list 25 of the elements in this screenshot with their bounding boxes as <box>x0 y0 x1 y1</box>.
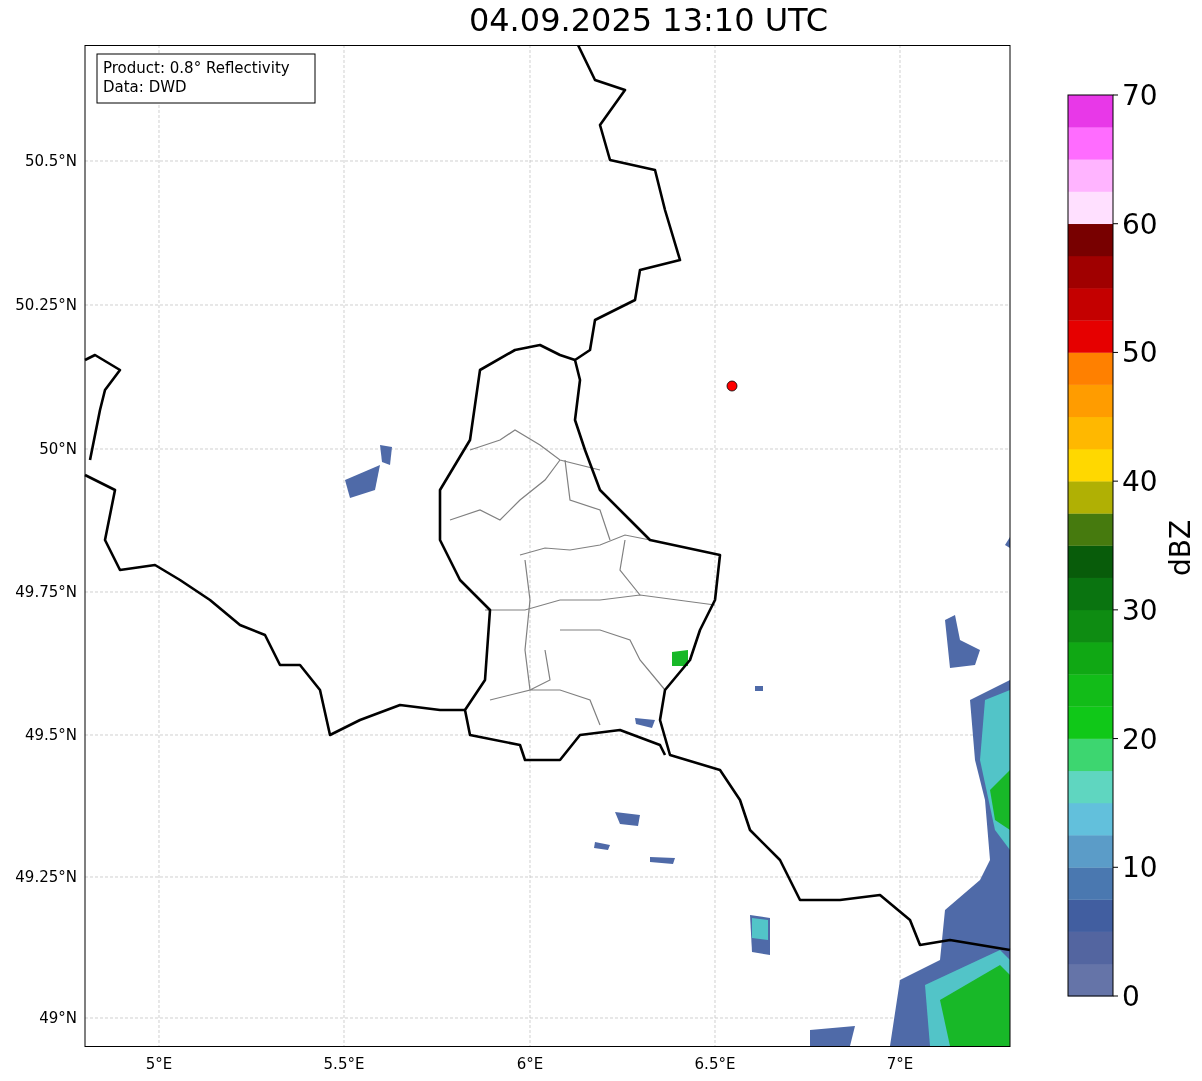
colorbar-label: dBZ <box>1164 519 1197 577</box>
colorbar-tick-label: 10 <box>1122 851 1158 885</box>
colorbar-tick-label: 20 <box>1122 722 1158 756</box>
longitude-label: 6.5°E <box>694 1055 736 1073</box>
colorbar-tick-label: 60 <box>1122 207 1158 241</box>
latitude-label: 49.75°N <box>15 583 77 601</box>
legend-text: Data: DWD <box>103 78 187 96</box>
latitude-label: 50.25°N <box>15 296 77 314</box>
location-marker <box>726 380 738 392</box>
latitude-label: 50°N <box>39 440 77 458</box>
longitude-label: 6°E <box>516 1055 544 1073</box>
colorbar-tick-label: 40 <box>1122 465 1158 499</box>
longitude-label: 5°E <box>145 1055 173 1073</box>
colorbar-tick-label: 0 <box>1122 980 1140 1013</box>
longitude-label: 5.5°E <box>323 1055 365 1073</box>
colorbar-tick-label: 50 <box>1122 336 1158 370</box>
latitude-label: 50.5°N <box>24 152 77 170</box>
longitude-label: 7°E <box>886 1055 914 1073</box>
colorbar-tick-label: 30 <box>1122 593 1158 627</box>
latitude-label: 49.5°N <box>24 726 77 744</box>
latitude-label: 49.25°N <box>15 868 77 886</box>
latitude-label: 49°N <box>39 1009 77 1027</box>
legend-text: Product: 0.8° Reflectivity <box>103 59 290 77</box>
plot-title: 04.09.2025 13:10 UTC <box>468 0 829 40</box>
colorbar-tick-label: 70 <box>1122 79 1158 112</box>
